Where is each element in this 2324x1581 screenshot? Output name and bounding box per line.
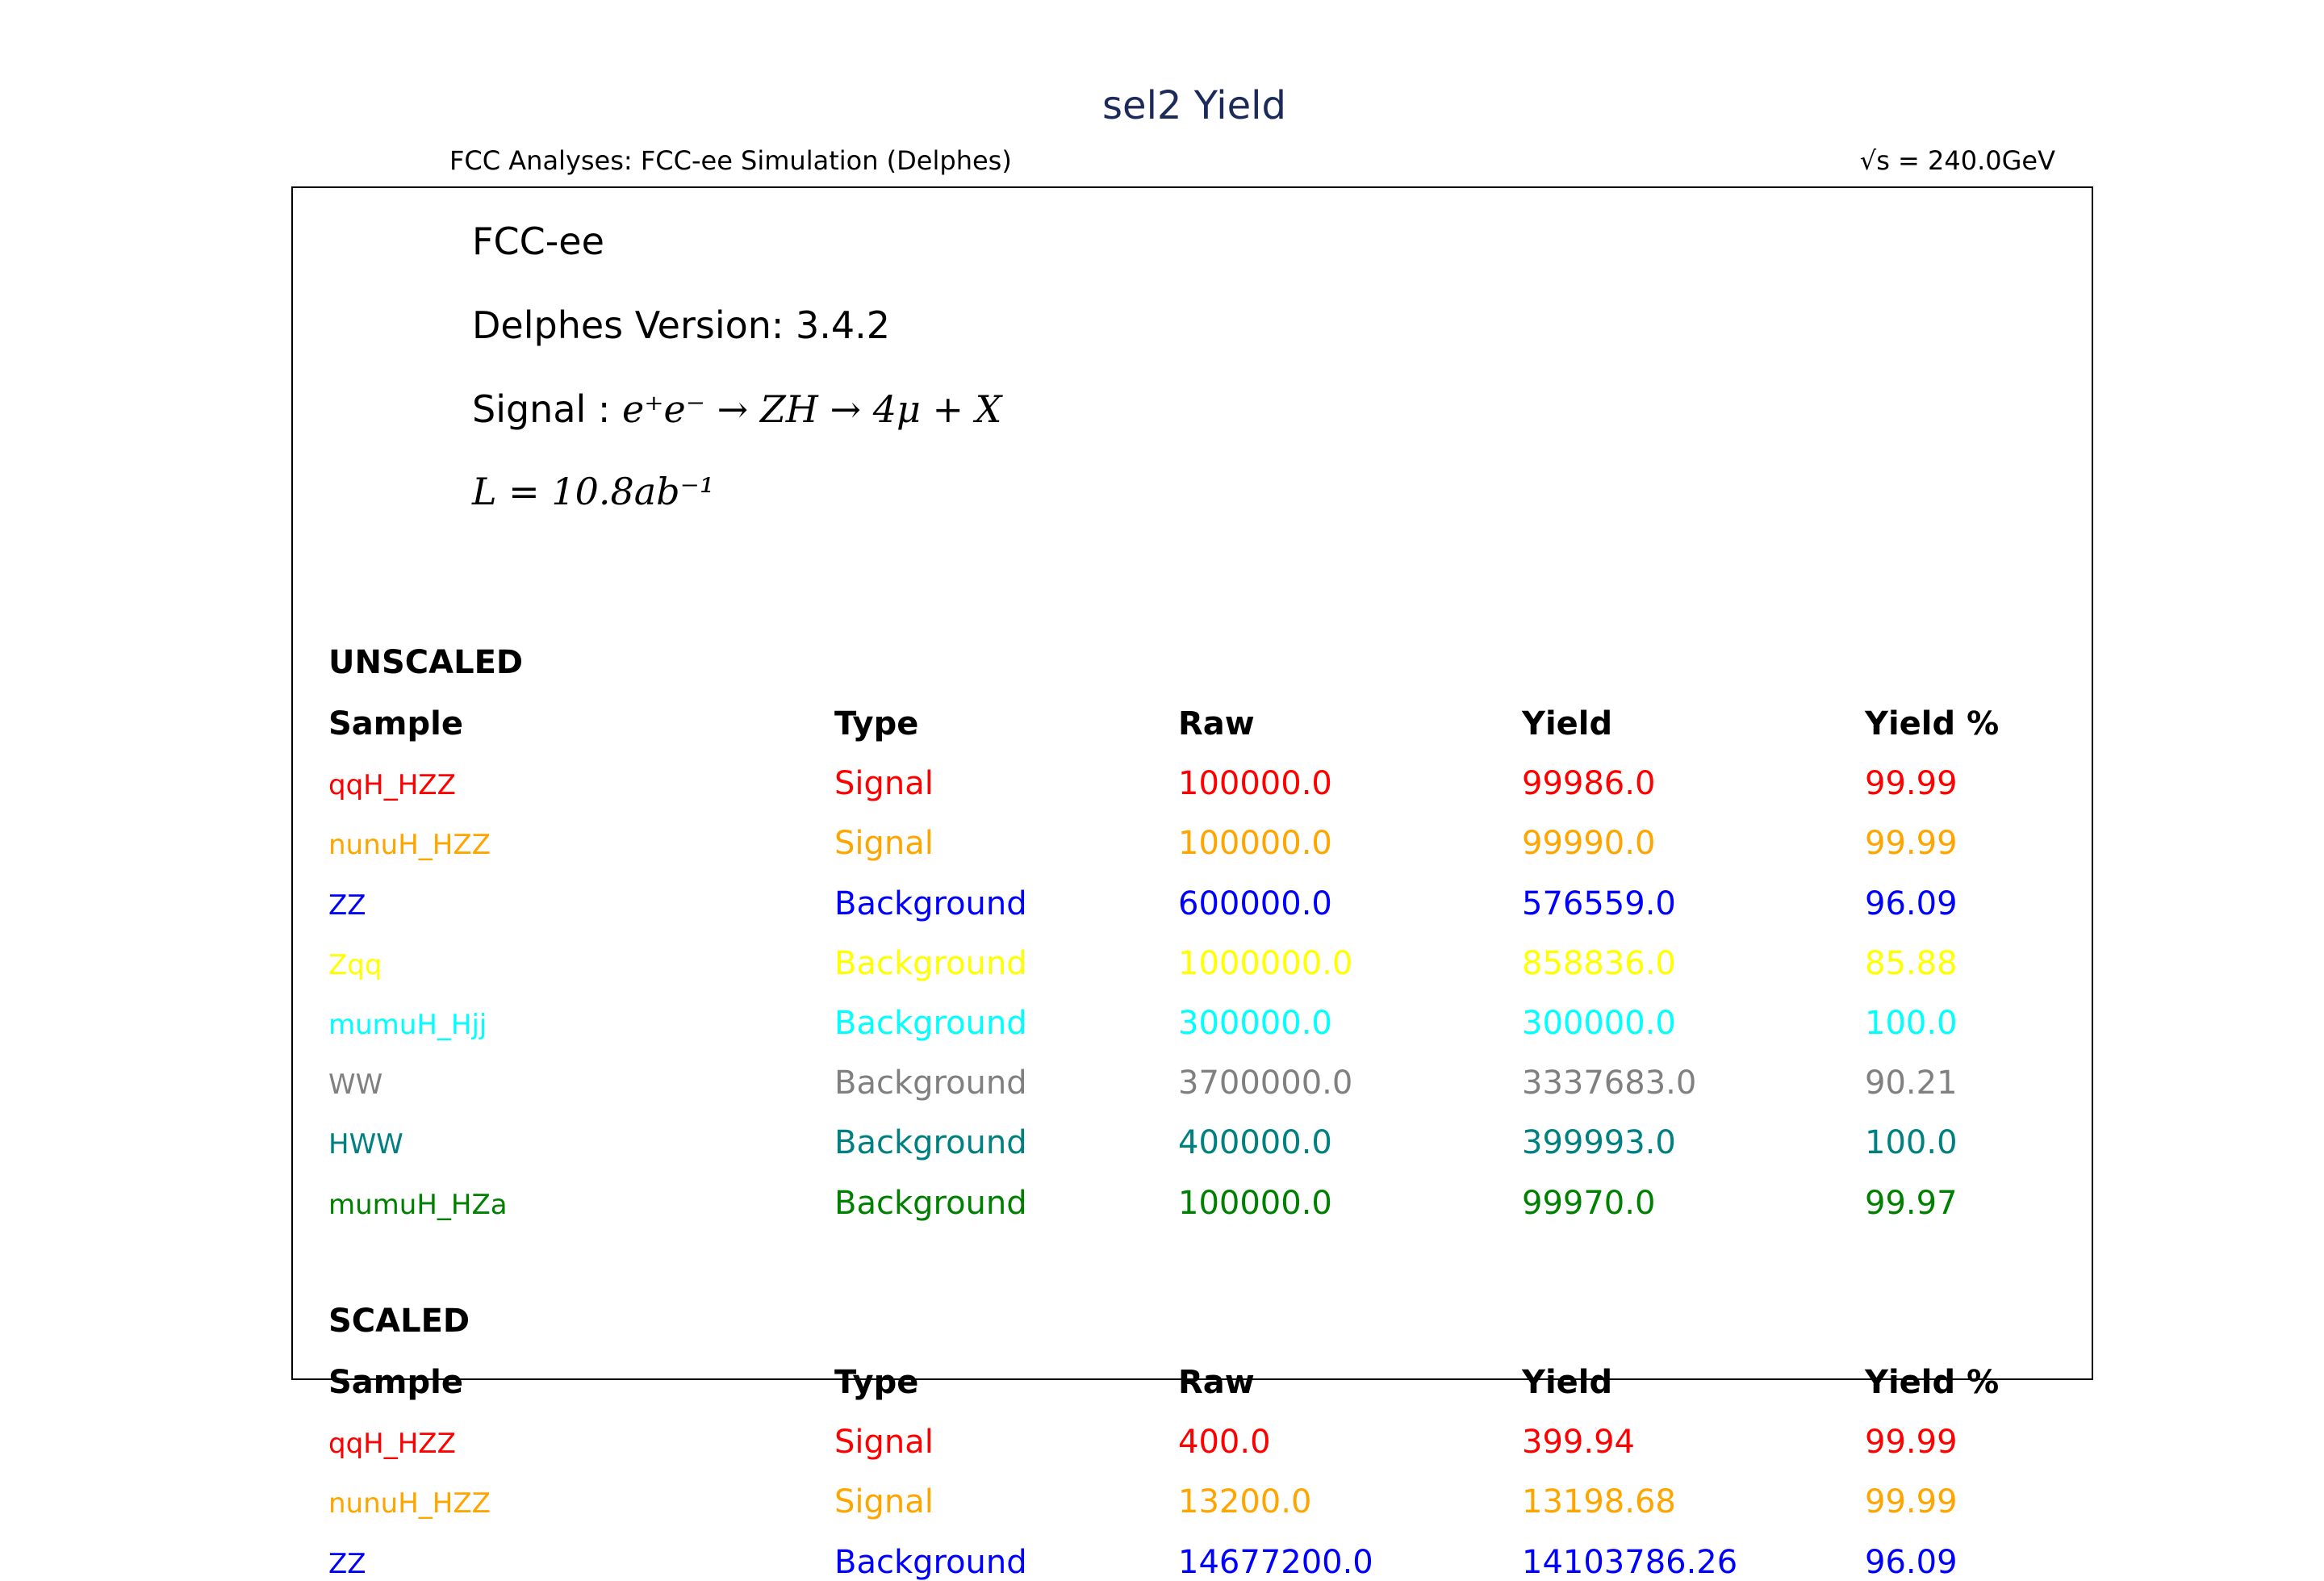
column-header: Raw bbox=[1178, 705, 1255, 742]
cell-type: Background bbox=[834, 1124, 1027, 1162]
cell-sample: nunuH_HZZ bbox=[328, 1487, 491, 1520]
subtitle-right: √s = 240.0GeV bbox=[1860, 145, 2055, 176]
cell-sample: ZZ bbox=[328, 1547, 366, 1580]
cell-yield-pct: 99.99 bbox=[1865, 825, 1958, 863]
section-heading: SCALED bbox=[328, 1303, 470, 1340]
cell-sample: HWW bbox=[328, 1128, 403, 1161]
cell-yield: 99990.0 bbox=[1522, 825, 1656, 863]
cell-yield: 399993.0 bbox=[1522, 1124, 1676, 1162]
column-header: Yield % bbox=[1865, 705, 2000, 742]
cell-type: Background bbox=[834, 1184, 1027, 1222]
cell-yield: 14103786.26 bbox=[1522, 1543, 1738, 1581]
cell-raw: 14677200.0 bbox=[1178, 1543, 1373, 1581]
cell-yield: 99986.0 bbox=[1522, 765, 1656, 803]
luminosity-value: L = 10.8ab⁻¹ bbox=[472, 470, 715, 513]
cell-yield: 858836.0 bbox=[1522, 944, 1676, 982]
cell-yield: 3337683.0 bbox=[1522, 1064, 1697, 1102]
cell-raw: 100000.0 bbox=[1178, 825, 1332, 863]
cell-yield-pct: 100.0 bbox=[1865, 1124, 1958, 1162]
cell-raw: 13200.0 bbox=[1178, 1483, 1312, 1521]
chart-title: sel2 Yield bbox=[1102, 83, 1286, 128]
column-header: Sample bbox=[328, 705, 463, 742]
cell-sample: ZZ bbox=[328, 889, 366, 922]
cell-yield-pct: 85.88 bbox=[1865, 944, 1958, 982]
collider-label: FCC-ee bbox=[472, 220, 604, 263]
cell-type: Background bbox=[834, 1064, 1027, 1102]
column-header: Yield bbox=[1522, 705, 1613, 742]
cell-yield: 399.94 bbox=[1522, 1424, 1635, 1462]
cell-type: Signal bbox=[834, 1483, 934, 1521]
section-heading: UNSCALED bbox=[328, 644, 524, 681]
cell-sample: WW bbox=[328, 1069, 383, 1102]
cell-yield: 300000.0 bbox=[1522, 1005, 1676, 1042]
cell-yield-pct: 99.99 bbox=[1865, 1424, 1958, 1462]
sqrt-s-label: √s = 240.0GeV bbox=[1859, 145, 2055, 176]
column-header: Raw bbox=[1178, 1364, 1255, 1401]
cell-sample: qqH_HZZ bbox=[328, 769, 456, 802]
signal-prefix: Signal : bbox=[472, 387, 623, 431]
cell-yield: 576559.0 bbox=[1522, 885, 1676, 922]
cell-sample: mumuH_Hjj bbox=[328, 1009, 487, 1041]
cell-yield-pct: 99.97 bbox=[1865, 1184, 1958, 1222]
signal-process-label: Signal : e⁺e⁻ → ZH → 4μ + X bbox=[472, 387, 1001, 431]
cell-type: Signal bbox=[834, 1424, 934, 1462]
cell-raw: 300000.0 bbox=[1178, 1005, 1332, 1042]
cell-sample: nunuH_HZZ bbox=[328, 829, 491, 862]
cell-type: Signal bbox=[834, 825, 934, 863]
cell-raw: 400000.0 bbox=[1178, 1124, 1332, 1162]
column-header: Type bbox=[834, 1364, 919, 1401]
cell-type: Signal bbox=[834, 765, 934, 803]
cell-sample: mumuH_HZa bbox=[328, 1188, 508, 1221]
column-header: Yield % bbox=[1865, 1364, 2000, 1401]
cell-type: Background bbox=[834, 944, 1027, 982]
cell-raw: 1000000.0 bbox=[1178, 944, 1353, 982]
delphes-version-label: Delphes Version: 3.4.2 bbox=[472, 303, 891, 347]
cell-yield-pct: 99.99 bbox=[1865, 1483, 1958, 1521]
cell-yield-pct: 99.99 bbox=[1865, 765, 1958, 803]
cell-yield-pct: 100.0 bbox=[1865, 1005, 1958, 1042]
luminosity-label: L = 10.8ab⁻¹ bbox=[472, 470, 714, 513]
cell-yield-pct: 96.09 bbox=[1865, 885, 1958, 922]
signal-process: e⁺e⁻ → ZH → 4μ + X bbox=[622, 387, 1002, 431]
cell-raw: 100000.0 bbox=[1178, 765, 1332, 803]
cell-raw: 100000.0 bbox=[1178, 1184, 1332, 1222]
cell-type: Background bbox=[834, 885, 1027, 922]
cell-yield: 13198.68 bbox=[1522, 1483, 1676, 1521]
cell-type: Background bbox=[834, 1543, 1027, 1581]
cell-raw: 3700000.0 bbox=[1178, 1064, 1353, 1102]
cell-sample: qqH_HZZ bbox=[328, 1428, 456, 1461]
cell-yield-pct: 96.09 bbox=[1865, 1543, 1958, 1581]
cell-raw: 600000.0 bbox=[1178, 885, 1332, 922]
cell-sample: Zqq bbox=[328, 948, 382, 981]
column-header: Sample bbox=[328, 1364, 463, 1401]
cell-raw: 400.0 bbox=[1178, 1424, 1271, 1462]
subtitle-left: FCC Analyses: FCC-ee Simulation (Delphes… bbox=[449, 145, 1012, 176]
column-header: Type bbox=[834, 705, 919, 742]
column-header: Yield bbox=[1522, 1364, 1613, 1401]
cell-type: Background bbox=[834, 1005, 1027, 1042]
cell-yield-pct: 90.21 bbox=[1865, 1064, 1958, 1102]
cell-yield: 99970.0 bbox=[1522, 1184, 1656, 1222]
